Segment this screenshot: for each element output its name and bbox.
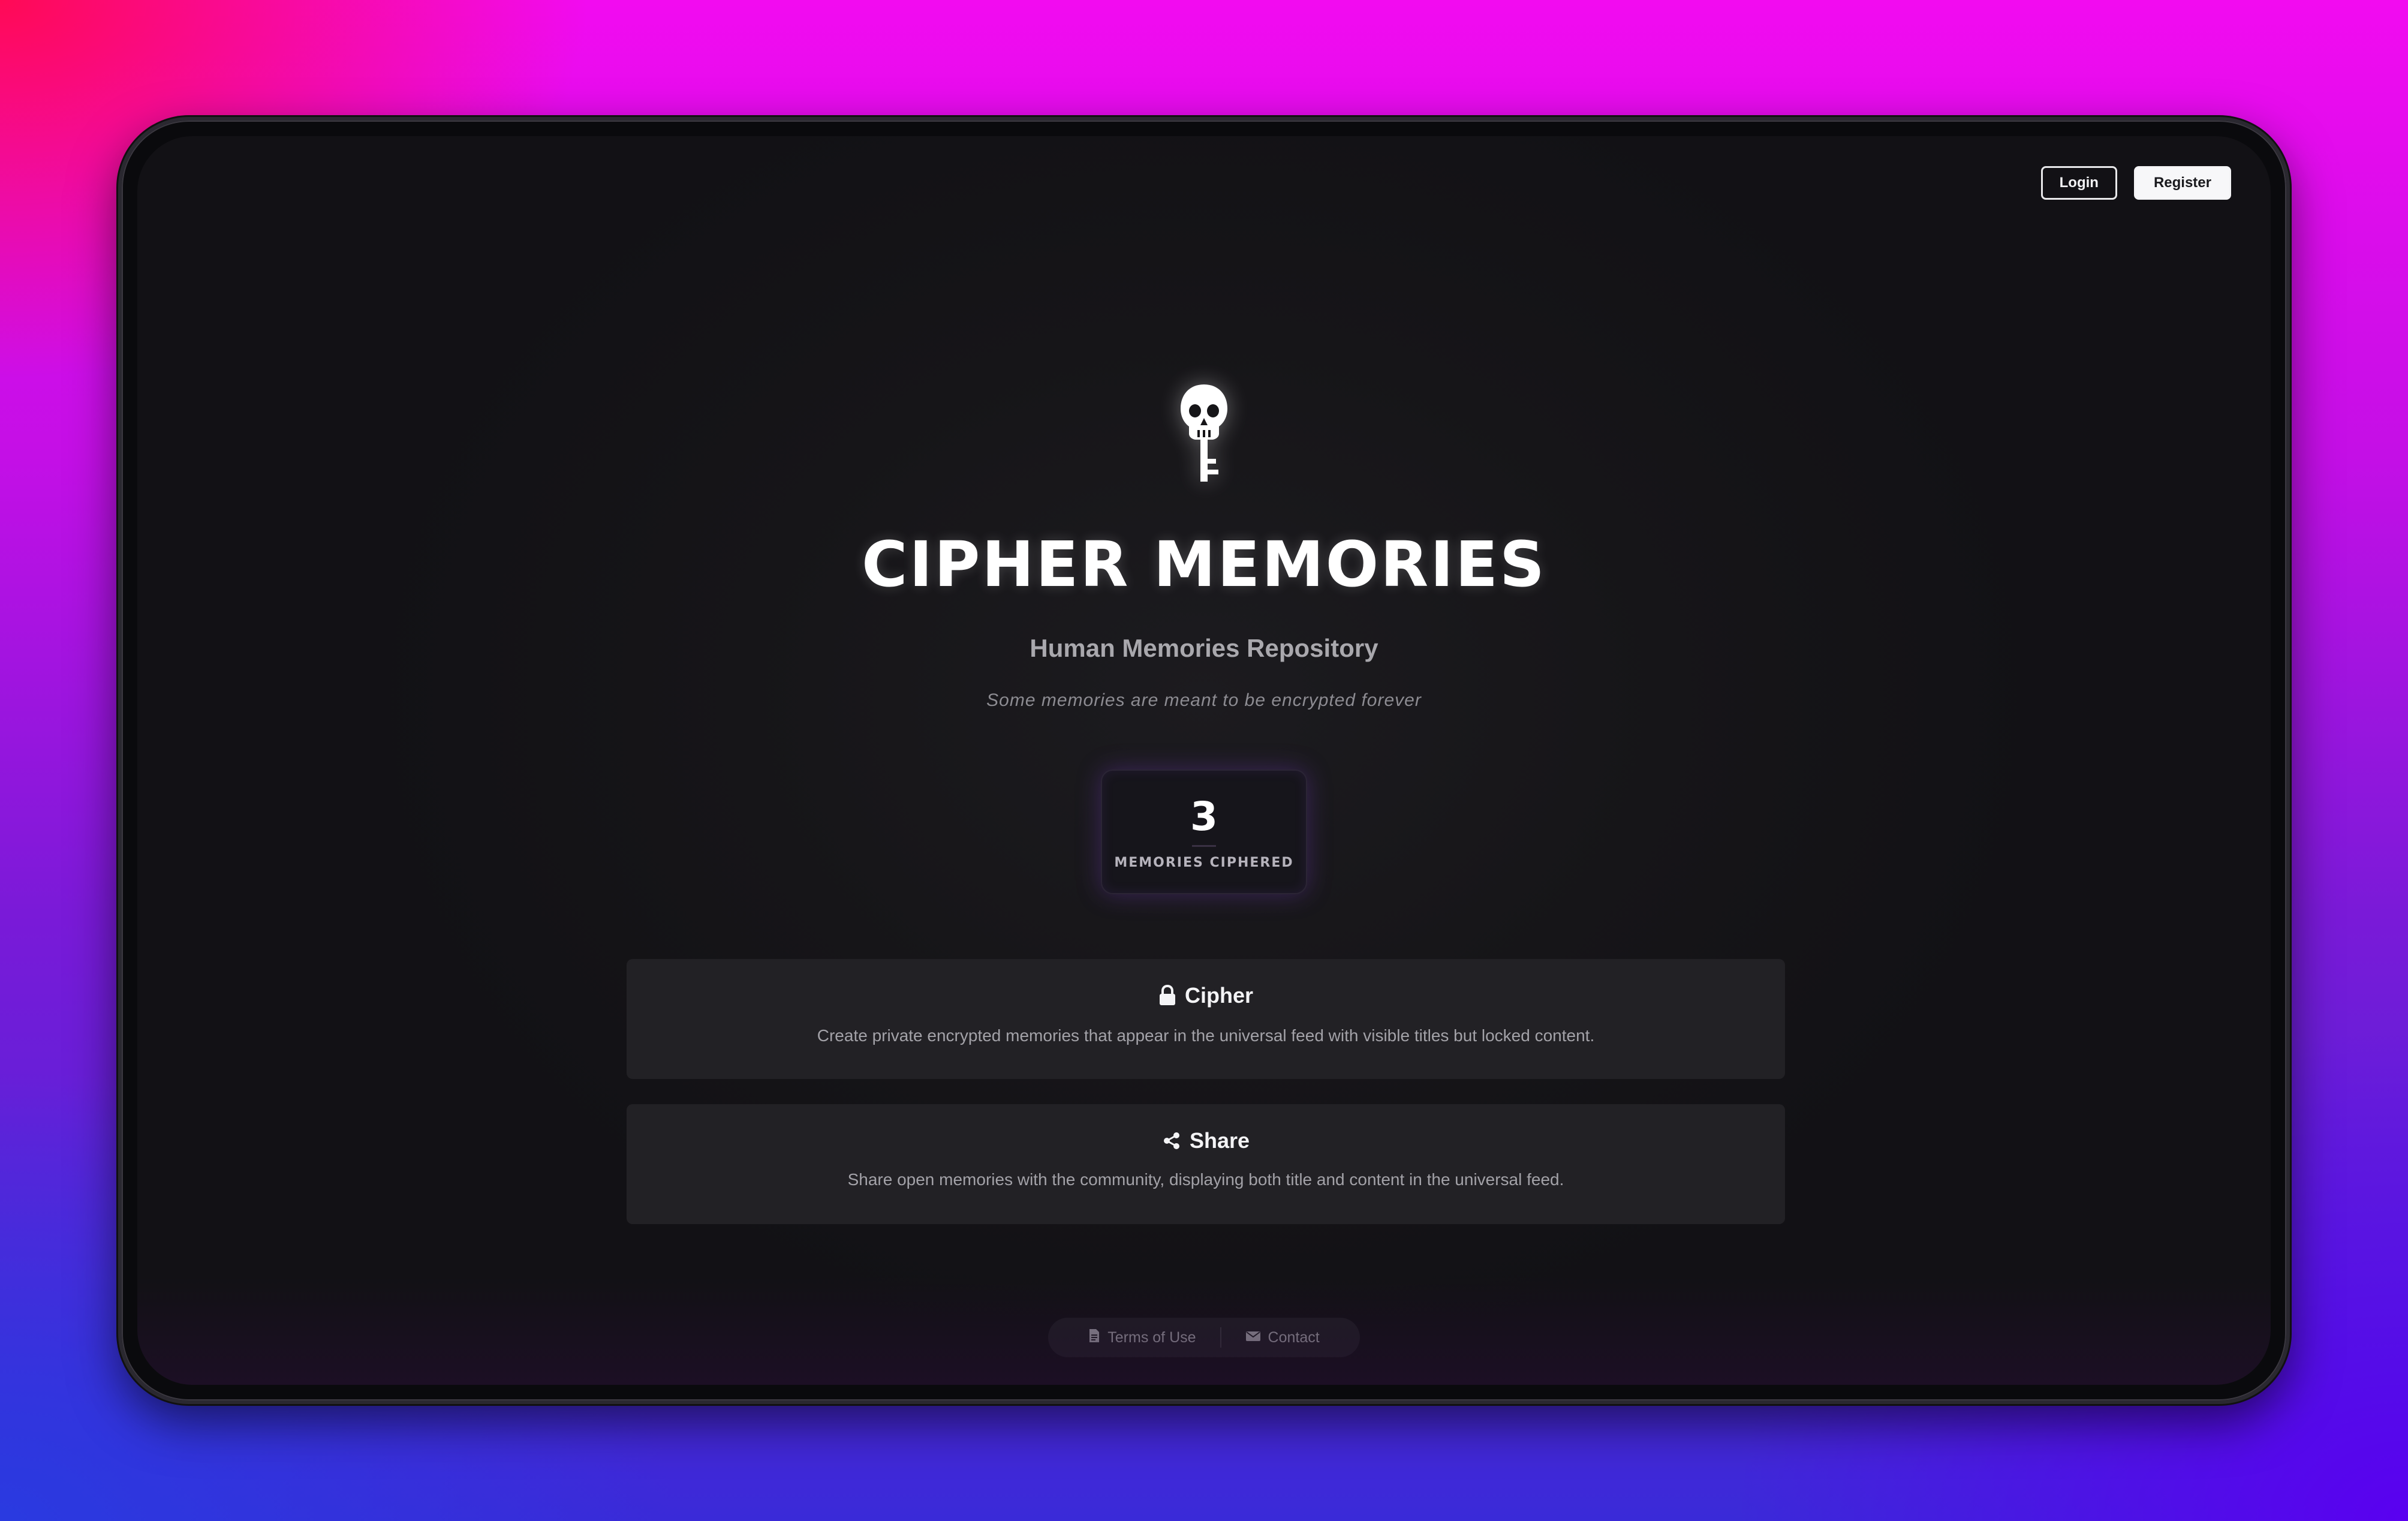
terms-of-use-link[interactable]: Terms of Use bbox=[1064, 1328, 1220, 1347]
feature-title-row: Cipher bbox=[1158, 983, 1253, 1008]
feature-title-row: Share bbox=[1162, 1128, 1250, 1153]
share-icon bbox=[1162, 1131, 1181, 1150]
app-tagline: Some memories are meant to be encrypted … bbox=[986, 690, 1422, 710]
feature-card-share: Share Share open memories with the commu… bbox=[627, 1104, 1785, 1224]
contact-label: Contact bbox=[1268, 1328, 1320, 1346]
document-icon bbox=[1088, 1328, 1100, 1347]
footer-links: Terms of Use Contact bbox=[1048, 1318, 1360, 1357]
feature-desc-share: Share open memories with the community, … bbox=[847, 1170, 1564, 1189]
contact-link[interactable]: Contact bbox=[1221, 1329, 1344, 1346]
feature-title-cipher: Cipher bbox=[1184, 983, 1253, 1008]
feature-card-cipher: Cipher Create private encrypted memories… bbox=[627, 959, 1785, 1079]
memories-counter-card: 3 MEMORIES CIPHERED bbox=[1101, 769, 1307, 894]
skull-key-icon bbox=[1177, 382, 1231, 484]
login-button[interactable]: Login bbox=[2040, 166, 2117, 200]
device-frame: Login Register CIPHER MEMORIES Human Mem… bbox=[118, 117, 2290, 1404]
top-nav: Login Register bbox=[2040, 166, 2231, 200]
hero-section: CIPHER MEMORIES Human Memories Repositor… bbox=[137, 382, 2271, 711]
app-title: CIPHER MEMORIES bbox=[862, 528, 1546, 601]
memories-count: 3 bbox=[1190, 793, 1218, 840]
lock-icon bbox=[1158, 985, 1176, 1006]
stat-divider bbox=[1192, 845, 1216, 847]
feature-title-share: Share bbox=[1189, 1128, 1250, 1153]
app-screen: Login Register CIPHER MEMORIES Human Mem… bbox=[137, 136, 2271, 1385]
memories-count-label: MEMORIES CIPHERED bbox=[1114, 855, 1294, 870]
feature-desc-cipher: Create private encrypted memories that a… bbox=[817, 1026, 1595, 1045]
app-subtitle: Human Memories Repository bbox=[1030, 634, 1378, 662]
envelope-icon bbox=[1245, 1329, 1261, 1346]
terms-of-use-label: Terms of Use bbox=[1107, 1328, 1196, 1346]
register-button[interactable]: Register bbox=[2133, 166, 2231, 200]
